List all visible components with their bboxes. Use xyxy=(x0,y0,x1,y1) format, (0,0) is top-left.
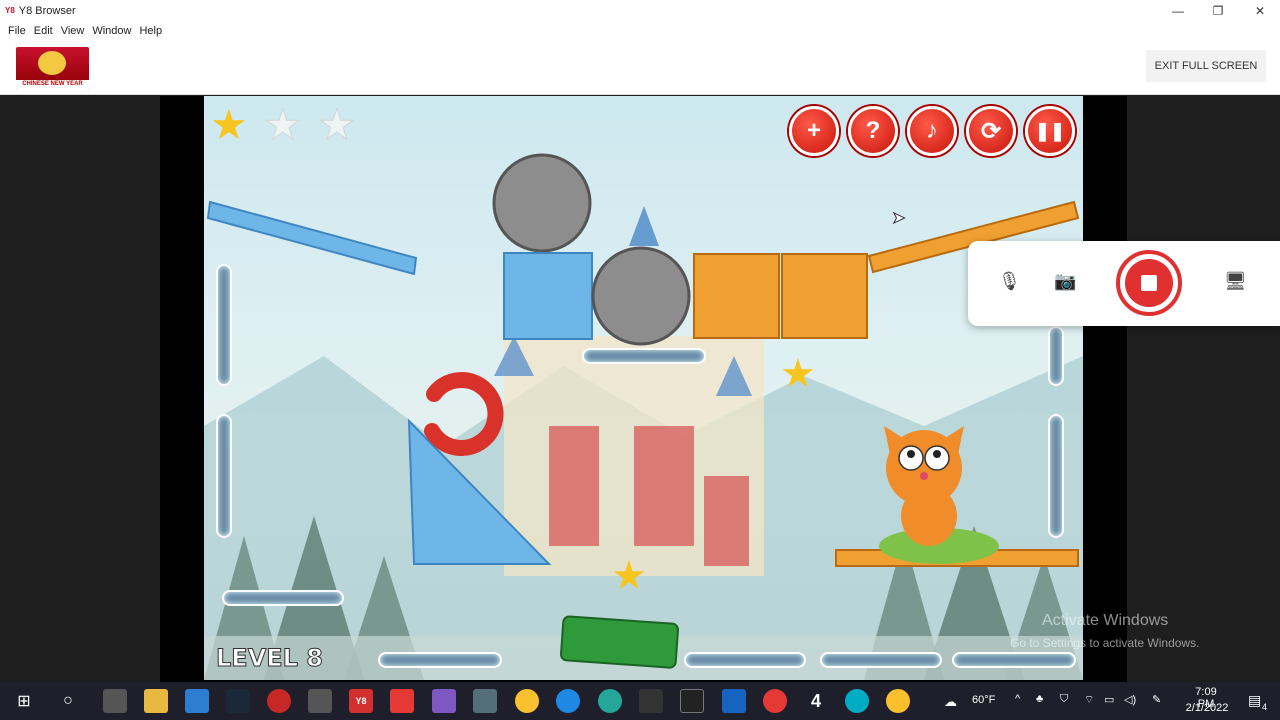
restart-button[interactable]: ⟳ xyxy=(966,106,1016,156)
electric-pillar-left-top xyxy=(216,264,232,386)
taskbar-app-icon[interactable] xyxy=(639,689,663,713)
menu-file[interactable]: File xyxy=(8,25,26,37)
hud-star-empty-icon: ★ xyxy=(264,101,303,148)
menu-help[interactable]: Help xyxy=(139,25,162,37)
browser-toolbar: CHINESE NEW YEAR EXIT FULL SCREEN xyxy=(0,40,1280,95)
add-button[interactable]: + xyxy=(789,106,839,156)
minimize-button[interactable]: — xyxy=(1158,0,1198,21)
electric-pillar-right-bottom xyxy=(1048,414,1064,538)
menu-view[interactable]: View xyxy=(61,25,85,37)
tray-expand-icon[interactable]: ^ xyxy=(1015,693,1020,705)
mouse-cursor-icon: ➤ xyxy=(891,210,906,228)
taskbar-app-icon[interactable]: 4 xyxy=(804,689,828,713)
activate-windows-subtitle: Go to Settings to activate Windows. xyxy=(1010,636,1200,650)
title-bar: Y8 Y8 Browser — ❐ ✕ xyxy=(0,0,1280,21)
battery-icon[interactable]: ▭ xyxy=(1104,693,1114,706)
pause-button[interactable]: ❚❚ xyxy=(1025,106,1075,156)
weather-icon[interactable]: ☁ xyxy=(944,694,957,710)
electric-pillar-right-top xyxy=(1048,326,1064,386)
activate-windows-title: Activate Windows xyxy=(1042,612,1169,629)
sausage-ring xyxy=(424,372,504,456)
content-area: ★ ★ ★ ★ ★ + ? ♪ ⟳ ❚❚ ➤ LEVEL 8 Activate … xyxy=(0,96,1280,682)
internet-explorer-icon[interactable] xyxy=(556,689,580,713)
banner-text: CHINESE NEW YEAR xyxy=(16,80,89,89)
electric-rail-bottom-1 xyxy=(378,652,502,668)
taskbar-app-icon[interactable] xyxy=(267,689,291,713)
clock-date[interactable]: 2/1/2022 xyxy=(1182,702,1232,714)
volume-icon[interactable]: ◁) xyxy=(1124,693,1136,706)
store-icon[interactable] xyxy=(308,689,332,713)
camera-icon[interactable]: 📷 xyxy=(1054,271,1076,292)
music-button[interactable]: ♪ xyxy=(907,106,957,156)
help-button[interactable]: ? xyxy=(848,106,898,156)
stop-recording-button[interactable] xyxy=(1116,250,1182,316)
screen-select-icon[interactable]: 🖥 xyxy=(1224,271,1247,292)
network-icon[interactable]: ⌔ xyxy=(1084,693,1094,707)
tray-app-icon[interactable]: ⛉ xyxy=(1060,693,1068,706)
menu-window[interactable]: Window xyxy=(92,25,131,37)
game-canvas[interactable]: ★ ★ ★ ★ ★ + ? ♪ ⟳ ❚❚ ➤ LEVEL 8 xyxy=(204,96,1083,680)
exit-fullscreen-button[interactable]: EXIT FULL SCREEN xyxy=(1146,50,1266,82)
taskbar-app-icon[interactable] xyxy=(722,689,746,713)
electric-pillar-left-bottom xyxy=(216,414,232,538)
close-button[interactable]: ✕ xyxy=(1240,0,1280,21)
app-logo: Y8 xyxy=(5,6,15,15)
window-title: Y8 Browser xyxy=(18,4,76,17)
maximize-button[interactable]: ❐ xyxy=(1198,0,1238,21)
taskbar-app-icon[interactable] xyxy=(680,689,704,713)
electric-rail-bottom-3 xyxy=(820,652,942,668)
green-block xyxy=(560,615,679,669)
hud-star-empty-icon: ★ xyxy=(318,101,357,148)
taskbar: ⊞ ○ Y8 4 ☁ 60°F ^ ♣ ⛉ ⌔ ▭ ◁) ✎ 7:09 PM 2… xyxy=(0,682,1280,720)
y8-browser-icon[interactable]: Y8 xyxy=(349,689,373,713)
notification-icon[interactable]: ▤ xyxy=(1248,692,1261,709)
search-icon[interactable]: ○ xyxy=(56,689,80,713)
tray-app-icon[interactable]: ♣ xyxy=(1036,693,1043,705)
notification-count: 4 xyxy=(1262,702,1268,712)
taskbar-app-icon[interactable] xyxy=(185,689,209,713)
weather-temperature[interactable]: 60°F xyxy=(972,694,995,706)
menu-bar: File Edit View Window Help xyxy=(0,21,1280,40)
opera-icon[interactable] xyxy=(763,689,787,713)
electric-rail-left xyxy=(222,590,344,606)
wood-block-2 xyxy=(781,253,868,339)
ice-plank-left xyxy=(206,200,418,276)
taskbar-app-icon[interactable] xyxy=(473,689,497,713)
cat-character xyxy=(879,426,999,564)
wood-block-1 xyxy=(693,253,780,339)
file-explorer-icon[interactable] xyxy=(144,689,168,713)
collectible-star-icon: ★ xyxy=(611,554,647,598)
pen-icon[interactable]: ✎ xyxy=(1152,693,1161,706)
collectible-star-icon: ★ xyxy=(780,352,816,396)
chrome-icon[interactable] xyxy=(886,689,910,713)
electric-rail-bottom-2 xyxy=(684,652,806,668)
promo-banner[interactable]: CHINESE NEW YEAR xyxy=(16,47,89,89)
steam-icon[interactable] xyxy=(226,689,250,713)
screen-recorder-panel: 🎙 📷 🖥 xyxy=(968,241,1280,326)
microphone-icon[interactable]: 🎙 xyxy=(998,271,1021,292)
stop-icon xyxy=(1125,259,1173,307)
taskbar-app-icon[interactable] xyxy=(432,689,456,713)
taskbar-app-icon[interactable] xyxy=(390,689,414,713)
ice-block xyxy=(503,252,593,340)
rock-top xyxy=(492,153,592,253)
menu-edit[interactable]: Edit xyxy=(34,25,53,37)
tiger-mascot-icon xyxy=(38,51,66,75)
edge-icon[interactable] xyxy=(598,689,622,713)
level-label: LEVEL 8 xyxy=(215,644,324,673)
electric-rail-middle xyxy=(582,348,706,364)
hud-star-filled-icon: ★ xyxy=(210,101,248,148)
rock-middle xyxy=(591,246,691,346)
taskbar-app-icon[interactable] xyxy=(845,689,869,713)
chrome-icon[interactable] xyxy=(515,689,539,713)
electric-rail-bottom-4 xyxy=(952,652,1076,668)
taskbar-app-icon[interactable] xyxy=(103,689,127,713)
windows-start-icon[interactable]: ⊞ xyxy=(12,689,36,713)
